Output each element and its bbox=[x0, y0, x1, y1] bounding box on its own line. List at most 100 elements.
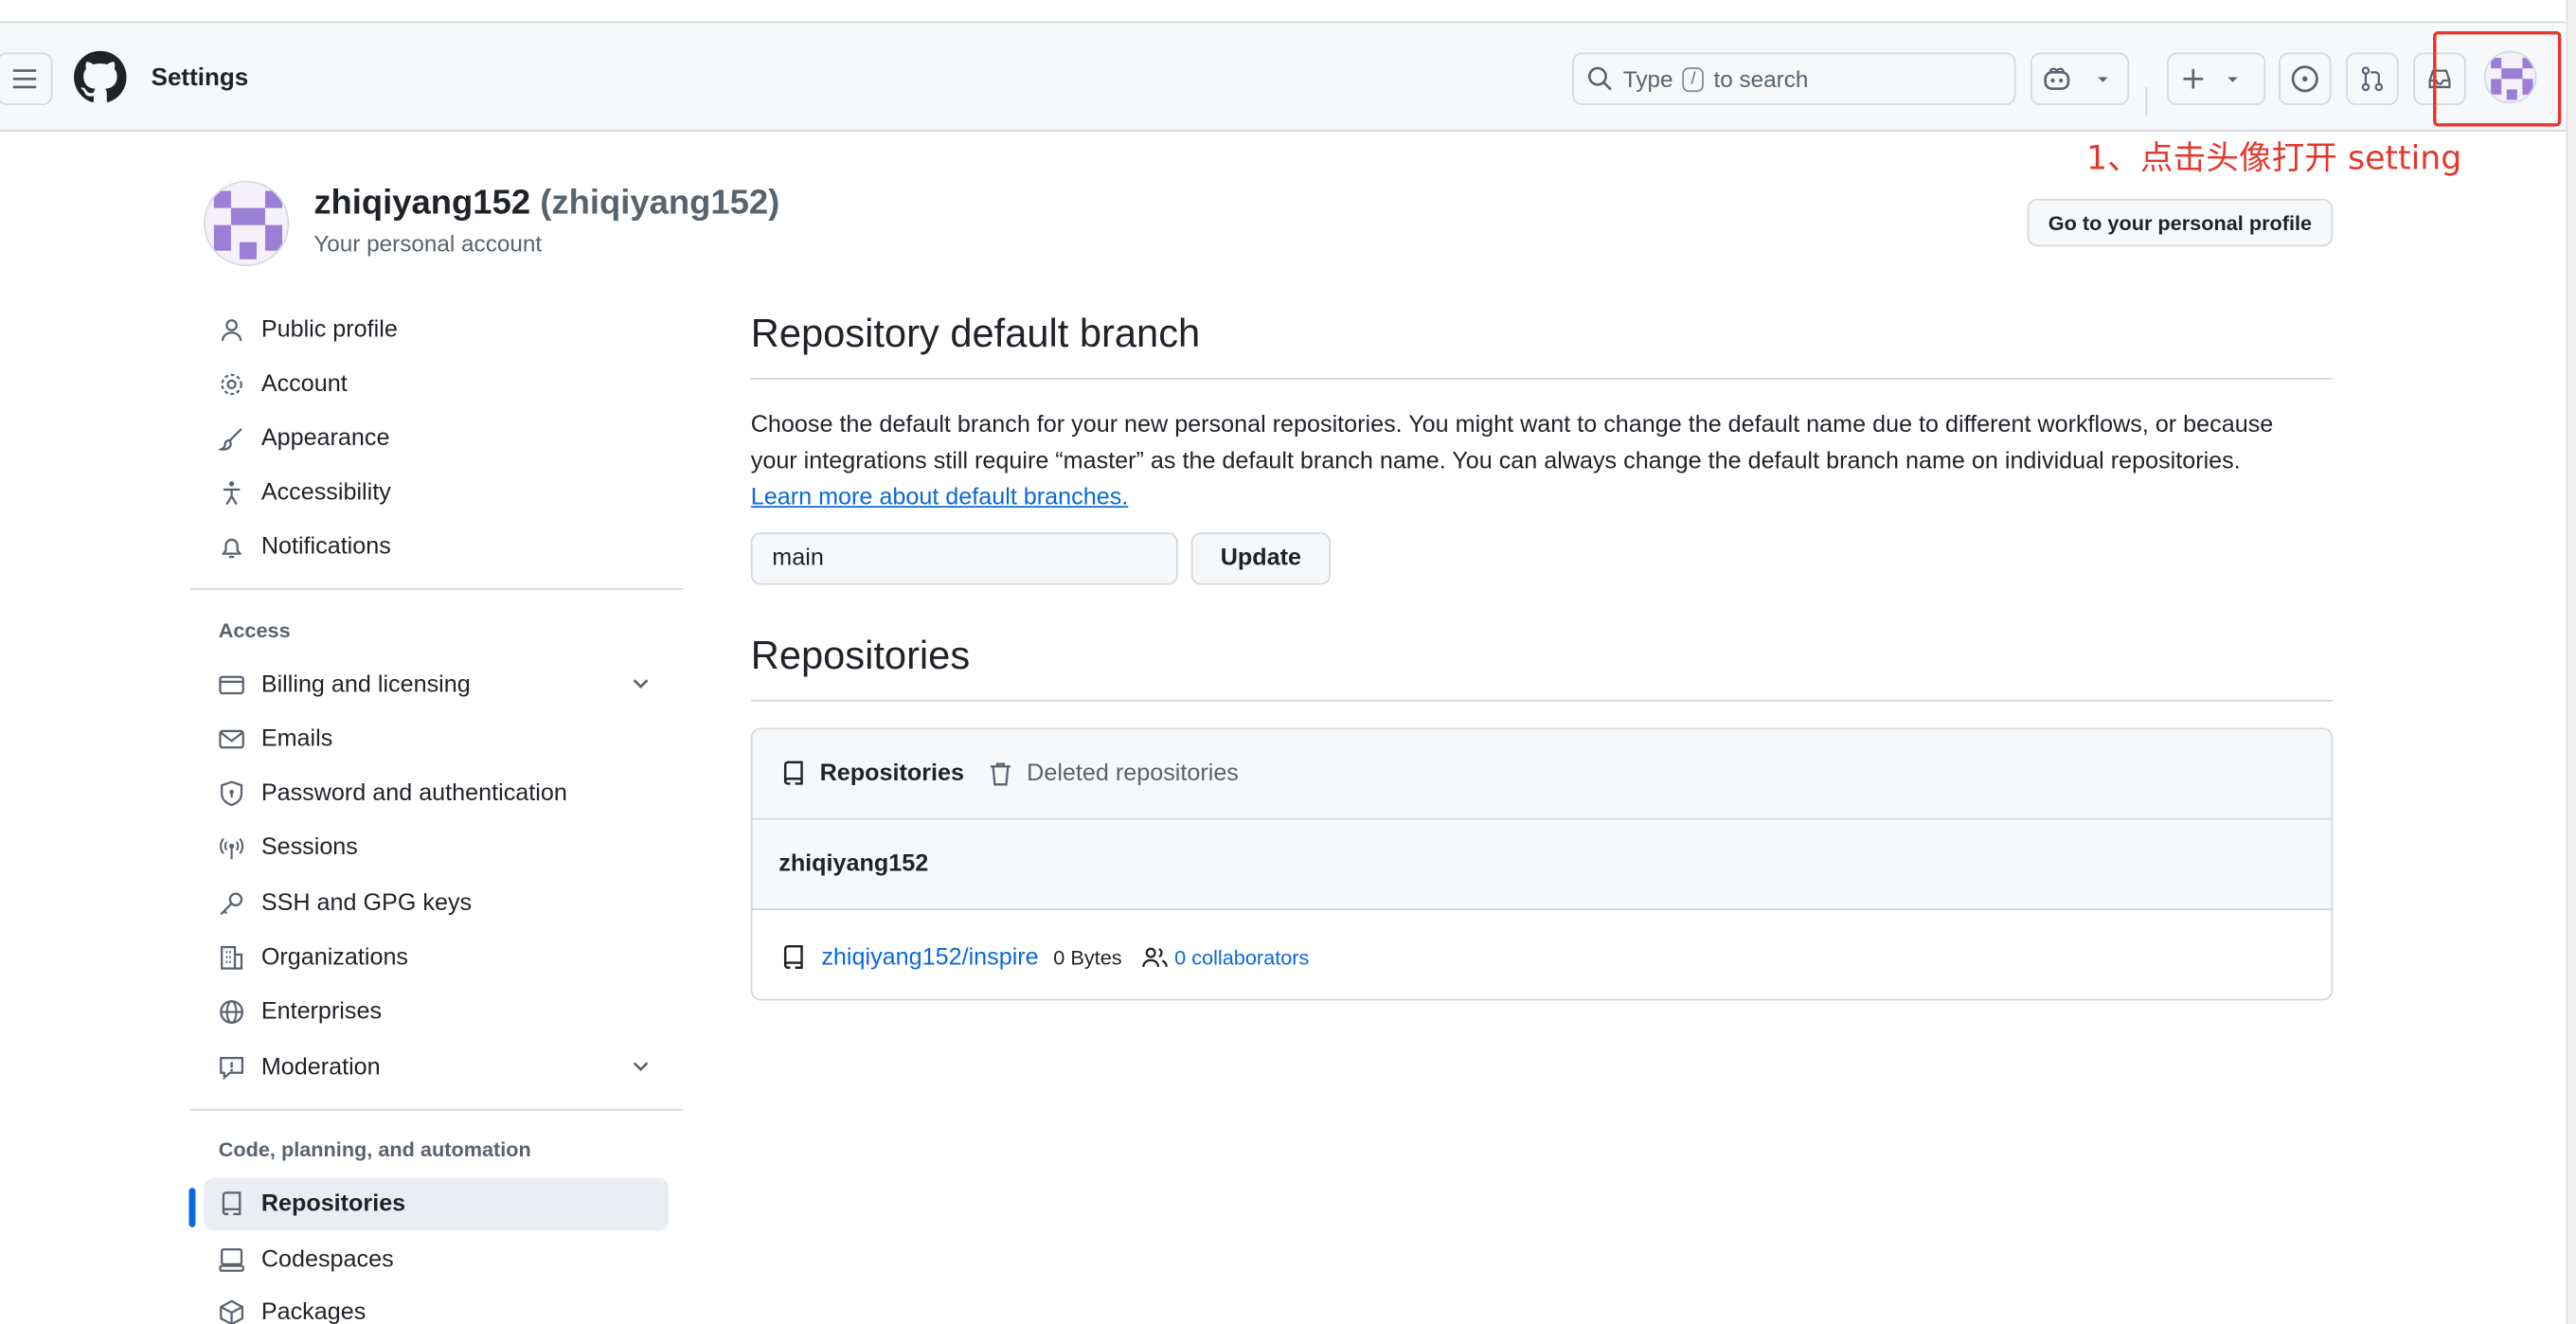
header-divider bbox=[2145, 86, 2148, 117]
credit-card-icon bbox=[217, 671, 246, 700]
repo-icon bbox=[783, 944, 803, 969]
learn-more-link[interactable]: Learn more about default branches. bbox=[751, 485, 1129, 511]
sidebar-divider bbox=[190, 1108, 684, 1111]
sidebar-item-billing[interactable]: Billing and licensing bbox=[204, 659, 669, 712]
account-type-label: Your personal account bbox=[313, 229, 543, 257]
collaborators-link[interactable]: 0 collaborators bbox=[1174, 945, 1309, 968]
user-login: (zhiqiyang152) bbox=[540, 184, 780, 223]
user-name: zhiqiyang152 bbox=[313, 184, 531, 223]
page-context-title[interactable]: Settings bbox=[152, 64, 249, 92]
repo-icon bbox=[217, 1190, 246, 1219]
sidebar-item-label: Account bbox=[260, 371, 348, 398]
repo-link[interactable]: zhiqiyang152/inspire bbox=[821, 944, 1038, 971]
person-icon bbox=[217, 315, 246, 345]
sidebar-item-label: Codespaces bbox=[260, 1246, 394, 1274]
sidebar-item-label: Accessibility bbox=[260, 479, 391, 507]
heading-divider bbox=[750, 699, 2334, 702]
heading-divider bbox=[750, 377, 2334, 380]
user-display-name[interactable]: zhiqiyang152 (zhiqiyang152) bbox=[313, 184, 779, 224]
identicon-avatar-icon bbox=[205, 182, 288, 265]
chevron-down-icon bbox=[2227, 77, 2238, 82]
sidebar-item-label: Public profile bbox=[260, 316, 398, 344]
sidebar-item-codespaces[interactable]: Codespaces bbox=[204, 1234, 669, 1287]
organization-icon bbox=[217, 943, 246, 973]
chevron-down-icon bbox=[633, 1062, 649, 1072]
tab-label: Deleted repositories bbox=[1027, 760, 1239, 787]
annotation-highlight-box bbox=[2433, 30, 2562, 127]
default-branch-description: Choose the default branch for your new p… bbox=[751, 407, 2303, 515]
create-new-button[interactable] bbox=[2167, 52, 2266, 106]
tab-deleted-repositories[interactable]: Deleted repositories bbox=[988, 760, 1239, 787]
issue-opened-icon bbox=[2291, 65, 2318, 93]
annotation-text: 1、点击头像打开 setting bbox=[2086, 137, 2462, 178]
sidebar-item-accessibility[interactable]: Accessibility bbox=[204, 467, 669, 520]
go-to-profile-button[interactable]: Go to your personal profile bbox=[2027, 198, 2334, 247]
sidebar-item-label: Notifications bbox=[260, 533, 391, 561]
sidebar-divider bbox=[190, 588, 684, 590]
sidebar-item-organizations[interactable]: Organizations bbox=[204, 932, 669, 985]
update-button[interactable]: Update bbox=[1190, 532, 1332, 585]
sidebar-item-appearance[interactable]: Appearance bbox=[204, 412, 669, 465]
sidebar-item-sessions[interactable]: Sessions bbox=[204, 821, 669, 874]
trash-icon bbox=[991, 762, 1011, 786]
report-icon bbox=[217, 1053, 246, 1082]
repo-owner-row: zhiqiyang152 bbox=[752, 819, 2332, 911]
sidebar-item-label: Billing and licensing bbox=[260, 671, 471, 699]
user-avatar[interactable] bbox=[204, 180, 290, 267]
page-scrollbar[interactable] bbox=[2566, 0, 2576, 1324]
copilot-icon bbox=[2044, 67, 2070, 90]
sidebar-item-packages[interactable]: Packages bbox=[204, 1286, 669, 1324]
sidebar-item-label: Packages bbox=[260, 1299, 367, 1324]
search-shortcut-key: / bbox=[1682, 66, 1705, 92]
sidebar-item-label: Emails bbox=[260, 725, 333, 753]
codespaces-icon bbox=[217, 1245, 246, 1275]
globe-icon bbox=[217, 997, 246, 1027]
copilot-button[interactable] bbox=[2030, 52, 2130, 106]
sidebar-item-emails[interactable]: Emails bbox=[204, 713, 669, 766]
sidebar-item-label: Moderation bbox=[260, 1054, 381, 1082]
search-prefix: Type bbox=[1622, 65, 1673, 93]
sidebar-section-code: Code, planning, and automation bbox=[218, 1138, 531, 1162]
chevron-down-icon bbox=[2098, 77, 2108, 82]
sidebar-item-label: Organizations bbox=[260, 944, 409, 972]
menu-button[interactable] bbox=[0, 52, 53, 106]
paintbrush-icon bbox=[217, 424, 246, 454]
sidebar-item-public-profile[interactable]: Public profile bbox=[204, 304, 669, 357]
table-row: zhiqiyang152/inspire 0 Bytes 0 collabora… bbox=[752, 912, 2331, 999]
repositories-box: Repositories Deleted repositories zhiqiy… bbox=[750, 727, 2334, 1001]
sidebar-item-repositories[interactable]: Repositories bbox=[188, 1177, 670, 1231]
repo-icon bbox=[783, 760, 803, 785]
sidebar-item-ssh-gpg[interactable]: SSH and GPG keys bbox=[204, 877, 669, 930]
shield-lock-icon bbox=[217, 778, 246, 808]
sidebar-item-account[interactable]: Account bbox=[204, 358, 669, 411]
bell-icon bbox=[217, 532, 246, 562]
pull-requests-button[interactable] bbox=[2346, 52, 2399, 106]
repo-owner-name: zhiqiyang152 bbox=[778, 850, 929, 878]
issues-button[interactable] bbox=[2279, 52, 2332, 106]
tab-repositories[interactable]: Repositories bbox=[780, 760, 964, 787]
browser-top-strip bbox=[0, 0, 2576, 24]
search-icon bbox=[1588, 66, 1612, 91]
repositories-heading: Repositories bbox=[750, 634, 971, 679]
sidebar-item-label: Sessions bbox=[260, 834, 358, 861]
repo-size: 0 Bytes bbox=[1053, 945, 1122, 969]
broadcast-icon bbox=[217, 832, 246, 862]
accessibility-icon bbox=[217, 478, 246, 508]
default-branch-heading: Repository default branch bbox=[750, 312, 1201, 357]
github-logo-icon[interactable] bbox=[74, 50, 127, 104]
chevron-down-icon bbox=[633, 679, 649, 689]
default-branch-input[interactable]: main bbox=[750, 532, 1178, 585]
sidebar-item-notifications[interactable]: Notifications bbox=[204, 521, 669, 574]
sidebar-item-label: Appearance bbox=[260, 425, 390, 453]
search-suffix: to search bbox=[1713, 65, 1809, 93]
search-input[interactable]: Type / to search bbox=[1572, 52, 2016, 106]
hamburger-icon bbox=[12, 69, 37, 89]
sidebar-item-password-auth[interactable]: Password and authentication bbox=[204, 767, 669, 820]
package-icon bbox=[217, 1297, 246, 1324]
gear-icon bbox=[217, 369, 246, 399]
plus-icon bbox=[2183, 68, 2204, 89]
sidebar-item-moderation[interactable]: Moderation bbox=[204, 1042, 669, 1095]
sidebar-item-label: Password and authentication bbox=[260, 779, 567, 807]
sidebar-item-label: Enterprises bbox=[260, 998, 383, 1026]
sidebar-item-enterprises[interactable]: Enterprises bbox=[204, 986, 669, 1039]
